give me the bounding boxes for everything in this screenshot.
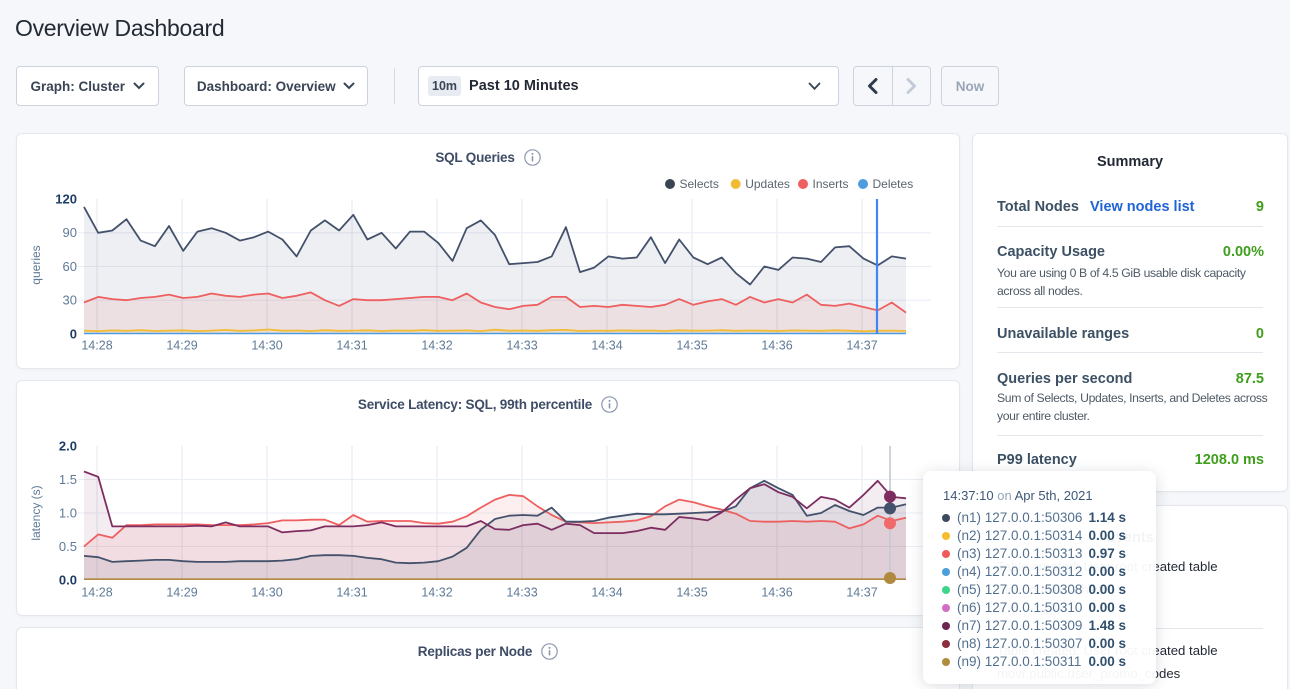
svg-text:14:34: 14:34 (591, 339, 622, 353)
svg-text:14:28: 14:28 (81, 339, 112, 353)
svg-text:14:31: 14:31 (336, 339, 367, 353)
svg-text:Updates: Updates (745, 177, 790, 191)
svg-text:2.0: 2.0 (59, 438, 77, 453)
svg-text:14:32: 14:32 (421, 586, 452, 600)
svg-text:Deletes: Deletes (873, 177, 914, 191)
svg-text:queries: queries (29, 245, 43, 284)
svg-text:60: 60 (63, 259, 77, 274)
svg-text:14:29: 14:29 (166, 586, 197, 600)
svg-text:14:36: 14:36 (761, 339, 792, 353)
svg-text:14:33: 14:33 (506, 339, 537, 353)
svg-text:1.0: 1.0 (59, 505, 77, 520)
svg-text:14:35: 14:35 (676, 586, 707, 600)
svg-text:Inserts: Inserts (813, 177, 849, 191)
svg-text:120: 120 (55, 191, 77, 206)
svg-text:0: 0 (70, 326, 77, 341)
svg-text:14:31: 14:31 (336, 586, 367, 600)
svg-text:Selects: Selects (680, 177, 719, 191)
svg-text:latency (s): latency (s) (29, 485, 43, 540)
svg-text:14:28: 14:28 (81, 586, 112, 600)
svg-text:14:36: 14:36 (761, 586, 792, 600)
svg-text:14:30: 14:30 (251, 586, 282, 600)
svg-text:14:37: 14:37 (846, 339, 877, 353)
svg-text:30: 30 (63, 293, 77, 308)
svg-text:14:32: 14:32 (421, 339, 452, 353)
svg-text:0.5: 0.5 (59, 539, 77, 554)
svg-text:14:29: 14:29 (166, 339, 197, 353)
svg-text:14:33: 14:33 (506, 586, 537, 600)
svg-text:90: 90 (63, 225, 77, 240)
svg-text:14:30: 14:30 (251, 339, 282, 353)
svg-text:14:37: 14:37 (846, 586, 877, 600)
svg-text:0.0: 0.0 (59, 572, 77, 587)
svg-text:1.5: 1.5 (59, 472, 77, 487)
svg-text:14:34: 14:34 (591, 586, 622, 600)
svg-text:14:35: 14:35 (676, 339, 707, 353)
